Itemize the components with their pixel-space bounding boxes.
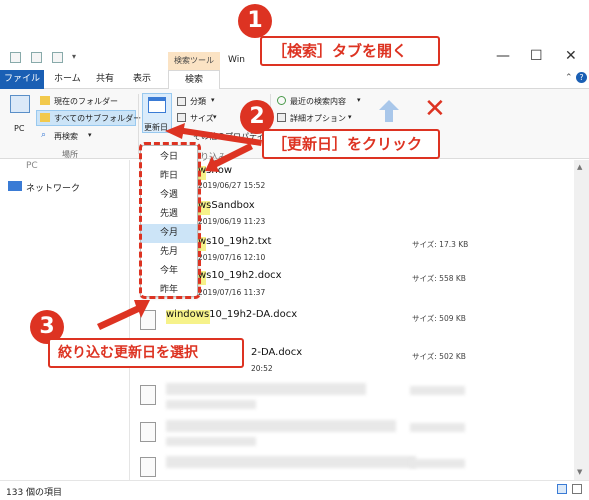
details-view-icon[interactable] (557, 484, 567, 494)
large-icons-view-icon[interactable] (572, 484, 582, 494)
item-count: 133 個の項目 (6, 488, 63, 498)
status-bar (0, 480, 589, 500)
annotation-arrow-3 (97, 300, 150, 330)
